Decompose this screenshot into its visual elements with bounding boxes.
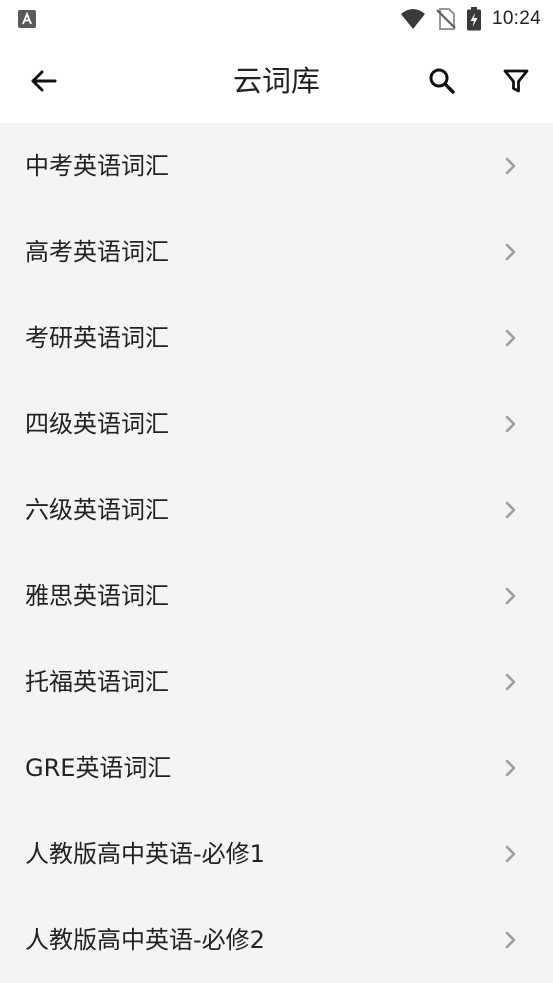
list-item[interactable]: 雅思英语词汇 — [0, 553, 553, 639]
chevron-right-icon — [501, 243, 519, 261]
list-item-label: GRE英语词汇 — [25, 754, 172, 782]
list-item-label: 六级英语词汇 — [25, 496, 169, 524]
list-item[interactable]: 四级英语词汇 — [0, 381, 553, 467]
list-item[interactable]: 托福英语词汇 — [0, 639, 553, 725]
list-item[interactable]: 中考英语词汇 — [0, 123, 553, 209]
chevron-right-icon — [501, 759, 519, 777]
list-item[interactable]: GRE英语词汇 — [0, 725, 553, 811]
list-item[interactable]: 考研英语词汇 — [0, 295, 553, 381]
status-icons: 10:24 — [400, 6, 541, 32]
list-item-label: 考研英语词汇 — [25, 324, 169, 352]
chevron-right-icon — [501, 587, 519, 605]
list-item-label: 高考英语词汇 — [25, 238, 169, 266]
list-item-label: 人教版高中英语-必修1 — [25, 840, 265, 868]
chevron-right-icon — [501, 931, 519, 949]
chevron-right-icon — [501, 329, 519, 347]
list-item-label: 人教版高中英语-必修2 — [25, 926, 265, 954]
list-item[interactable]: 高考英语词汇 — [0, 209, 553, 295]
status-bar: 10:24 — [0, 0, 553, 38]
chevron-right-icon — [501, 501, 519, 519]
list-item-label: 四级英语词汇 — [25, 410, 169, 438]
list-item-label: 雅思英语词汇 — [25, 582, 169, 610]
chevron-right-icon — [501, 673, 519, 691]
page-title: 云词库 — [232, 64, 320, 98]
list-item[interactable]: 六级英语词汇 — [0, 467, 553, 553]
search-icon — [429, 68, 455, 94]
list-item[interactable]: 人教版高中英语-必修1 — [0, 811, 553, 897]
battery-charging-icon — [466, 7, 481, 31]
chevron-right-icon — [501, 157, 519, 175]
search-button[interactable] — [421, 60, 463, 102]
word-bank-list: 中考英语词汇 高考英语词汇 考研英语词汇 四级英语词汇 六级英语词汇 雅思英语词… — [0, 123, 553, 983]
no-sim-icon — [436, 8, 456, 30]
filter-icon — [503, 69, 529, 93]
chevron-right-icon — [501, 845, 519, 863]
filter-button[interactable] — [495, 60, 537, 102]
notification-a-icon — [18, 10, 36, 28]
list-item-label: 托福英语词汇 — [25, 668, 169, 696]
chevron-right-icon — [501, 415, 519, 433]
list-item[interactable]: 人教版高中英语-必修2 — [0, 897, 553, 983]
app-bar: 云词库 — [0, 38, 553, 123]
list-item-label: 中考英语词汇 — [25, 152, 169, 180]
wifi-icon — [400, 9, 425, 29]
status-time: 10:24 — [491, 8, 541, 29]
